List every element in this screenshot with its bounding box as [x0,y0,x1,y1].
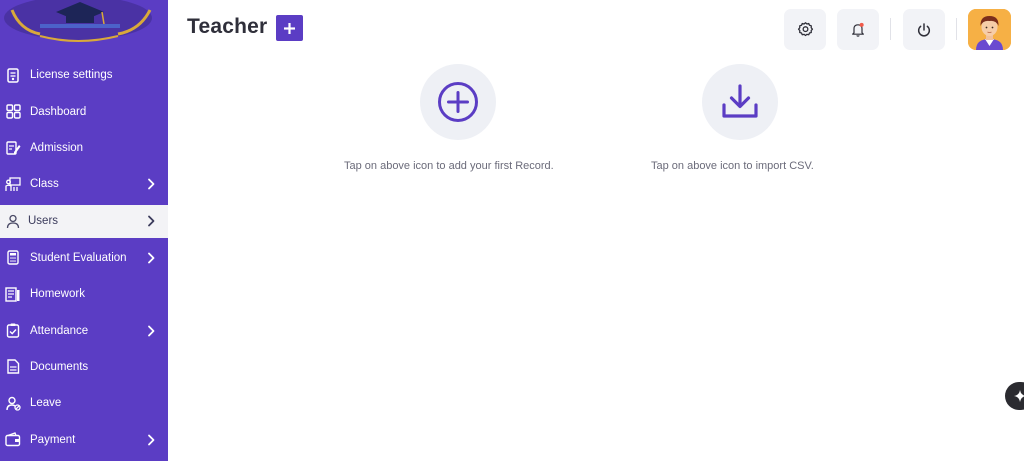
sidebar-item-attendance[interactable]: Attendance [0,312,168,348]
chevron-right-icon [148,252,155,264]
sidebar-nav: License settings Dashboard Admission Cla… [0,57,168,458]
sidebar-item-license-settings[interactable]: License settings [0,57,168,93]
plus-circle-icon [438,82,478,122]
sidebar-item-label: Dashboard [30,105,87,118]
settings-button[interactable] [784,9,826,50]
admission-edit-icon [5,140,21,156]
sidebar-item-users[interactable]: Users [0,204,168,238]
page-title: Teacher [187,15,268,38]
class-teacher-icon [5,176,21,192]
chevron-right-icon [148,178,155,190]
chevron-right-icon [148,325,155,336]
app-root: License settings Dashboard Admission Cla… [0,0,1024,461]
document-icon [5,359,21,375]
sidebar-item-label: Admission [30,141,84,154]
wallet-icon [5,432,21,448]
sidebar-item-label: Homework [30,288,85,301]
leave-user-icon [5,395,21,411]
sidebar-item-payment[interactable]: Payment [0,422,168,458]
chevron-right-icon [148,434,155,446]
header-divider [890,18,891,40]
sidebar-item-label: Payment [30,433,76,446]
sidebar-item-leave[interactable]: Leave [0,385,168,421]
settings-gear-icon [797,22,813,37]
power-icon [918,22,930,37]
sidebar-item-homework[interactable]: Homework [0,276,168,312]
notification-bell-icon [852,22,864,37]
homework-icon [5,286,21,302]
assistant-fab-button[interactable] [1005,382,1024,410]
sidebar-item-label: Class [30,178,59,191]
sidebar-item-documents[interactable]: Documents [0,349,168,385]
add-record-button[interactable] [420,64,496,140]
logout-button[interactable] [903,9,945,50]
header-divider [956,18,957,40]
add-teacher-button[interactable] [276,15,303,41]
add-record-hint: Tap on above icon to add your first Reco… [344,160,554,172]
sidebar-item-admission[interactable]: Admission [0,130,168,166]
sidebar: License settings Dashboard Admission Cla… [0,0,168,461]
user-icon [5,213,21,229]
sidebar-item-label: Users [28,215,59,228]
sparkle-icon [1014,390,1024,402]
sidebar-item-label: Student Evaluation [30,251,127,264]
user-avatar[interactable] [968,9,1011,50]
clipboard-check-icon [5,323,21,339]
chevron-right-icon [148,215,155,227]
download-icon [722,84,758,118]
plus-icon [284,22,295,34]
school-logo[interactable] [0,0,168,50]
import-csv-hint: Tap on above icon to import CSV. [651,160,814,172]
sidebar-item-label: Documents [30,360,89,373]
notifications-button[interactable] [837,9,879,50]
import-csv-button[interactable] [702,64,778,140]
sidebar-item-class[interactable]: Class [0,166,168,202]
sidebar-item-label: Leave [30,397,62,410]
license-icon [5,67,21,83]
sidebar-item-label: License settings [30,69,113,82]
sidebar-item-student-evaluation[interactable]: Student Evaluation [0,240,168,276]
sidebar-item-label: Attendance [30,324,89,337]
avatar-illustration [968,9,1011,50]
sidebar-item-dashboard[interactable]: Dashboard [0,93,168,129]
dashboard-grid-icon [5,104,21,120]
calculator-icon [5,250,21,266]
